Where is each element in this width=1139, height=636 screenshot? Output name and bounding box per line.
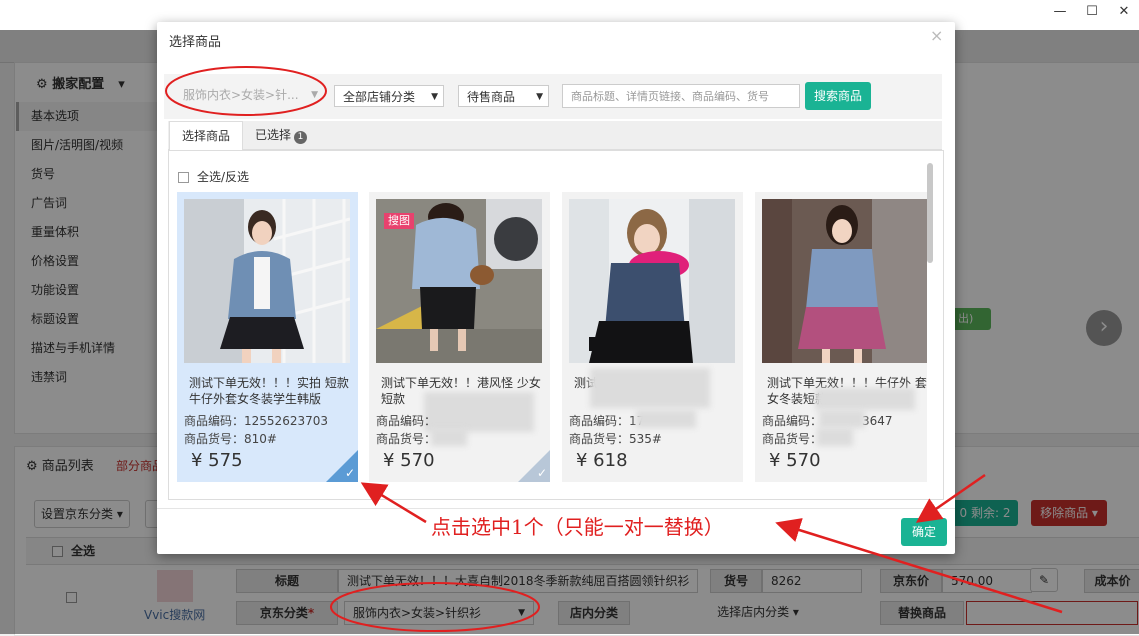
annotation-circle	[165, 66, 327, 116]
annotation-arrow	[775, 518, 1063, 614]
annotation-arrow	[360, 482, 427, 524]
annotation-circle	[330, 582, 540, 632]
annotation-arrow	[915, 473, 986, 523]
annotation-text: 点击选中1个（只能一对一替换）	[431, 515, 724, 539]
